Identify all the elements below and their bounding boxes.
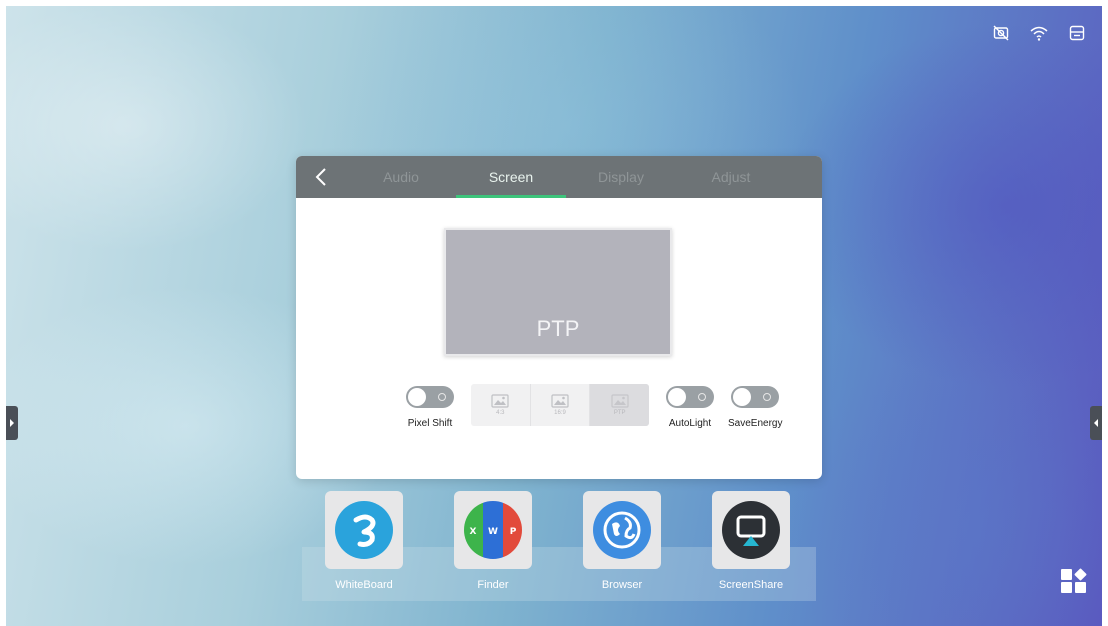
right-sidebar-handle[interactable] [1090,406,1102,440]
app-whiteboard[interactable]: WhiteBoard [324,491,404,591]
tab-display[interactable]: Display [566,156,676,198]
app-label: Browser [601,579,643,591]
pixel-shift-label: Pixel Shift [407,418,453,429]
image-icon [611,394,629,408]
back-button[interactable] [296,156,346,198]
svg-text:P: P [510,527,517,537]
preview-mode-label: PTP [536,316,580,341]
ratio-option-16-9[interactable]: 16:9 [531,384,591,426]
saveenergy-label: SaveEnergy [728,418,783,429]
pixel-shift-control: Pixel Shift [406,386,454,429]
wifi-icon[interactable] [1028,22,1050,44]
app-screenshare[interactable]: ScreenShare [711,491,791,591]
tab-screen[interactable]: Screen [456,156,566,198]
svg-text:X: X [470,527,477,537]
screenshare-icon [722,501,780,559]
whiteboard-icon [335,501,393,559]
ratio-option-4-3[interactable]: 4:3 [471,384,531,426]
tab-audio[interactable]: Audio [346,156,456,198]
ratio-option-ptp[interactable]: PTP [590,384,649,426]
app-label: ScreenShare [718,579,784,591]
settings-tab-bar: Audio Screen Display Adjust [296,156,822,198]
tab-adjust[interactable]: Adjust [676,156,786,198]
image-icon [491,394,509,408]
saveenergy-control: SaveEnergy [728,386,782,429]
chevron-left-icon [315,168,326,186]
autolight-control: AutoLight [666,386,714,429]
app-finder[interactable]: X W P Finder [453,491,533,591]
camera-off-icon[interactable] [990,22,1012,44]
ratio-label-ptp: PTP [613,410,626,416]
app-label: WhiteBoard [335,579,393,591]
app-tile[interactable] [583,491,661,569]
image-icon [551,394,569,408]
screen-preview-area: PTP [446,230,670,354]
chevron-left-icon [1094,419,1098,427]
screen-preview: PTP [444,228,672,356]
svg-text:W: W [488,527,498,537]
saveenergy-toggle[interactable] [731,386,780,408]
app-tile[interactable]: X W P [454,491,532,569]
pixel-shift-toggle[interactable] [406,386,454,408]
autolight-toggle[interactable] [666,386,714,408]
finder-icon: X W P [464,501,522,559]
app-grid-icon[interactable] [1060,568,1090,594]
ratio-label-4-3: 4:3 [496,410,505,416]
app-browser[interactable]: Browser [582,491,662,591]
aspect-ratio-selector: 4:3 16:9 PTP [471,384,649,426]
app-label: Finder [477,579,509,591]
screen-settings-panel: Audio Screen Display Adjust PTP Pixel Sh… [296,156,822,479]
ratio-label-16-9: 16:9 [554,410,566,416]
app-tile[interactable] [325,491,403,569]
desktop: Audio Screen Display Adjust PTP Pixel Sh… [6,6,1102,626]
left-sidebar-handle[interactable] [6,406,18,440]
chevron-right-icon [10,419,14,427]
autolight-label: AutoLight [668,418,712,429]
input-source-icon[interactable] [1066,22,1088,44]
status-bar [990,22,1088,44]
browser-icon [593,501,651,559]
app-tile[interactable] [712,491,790,569]
